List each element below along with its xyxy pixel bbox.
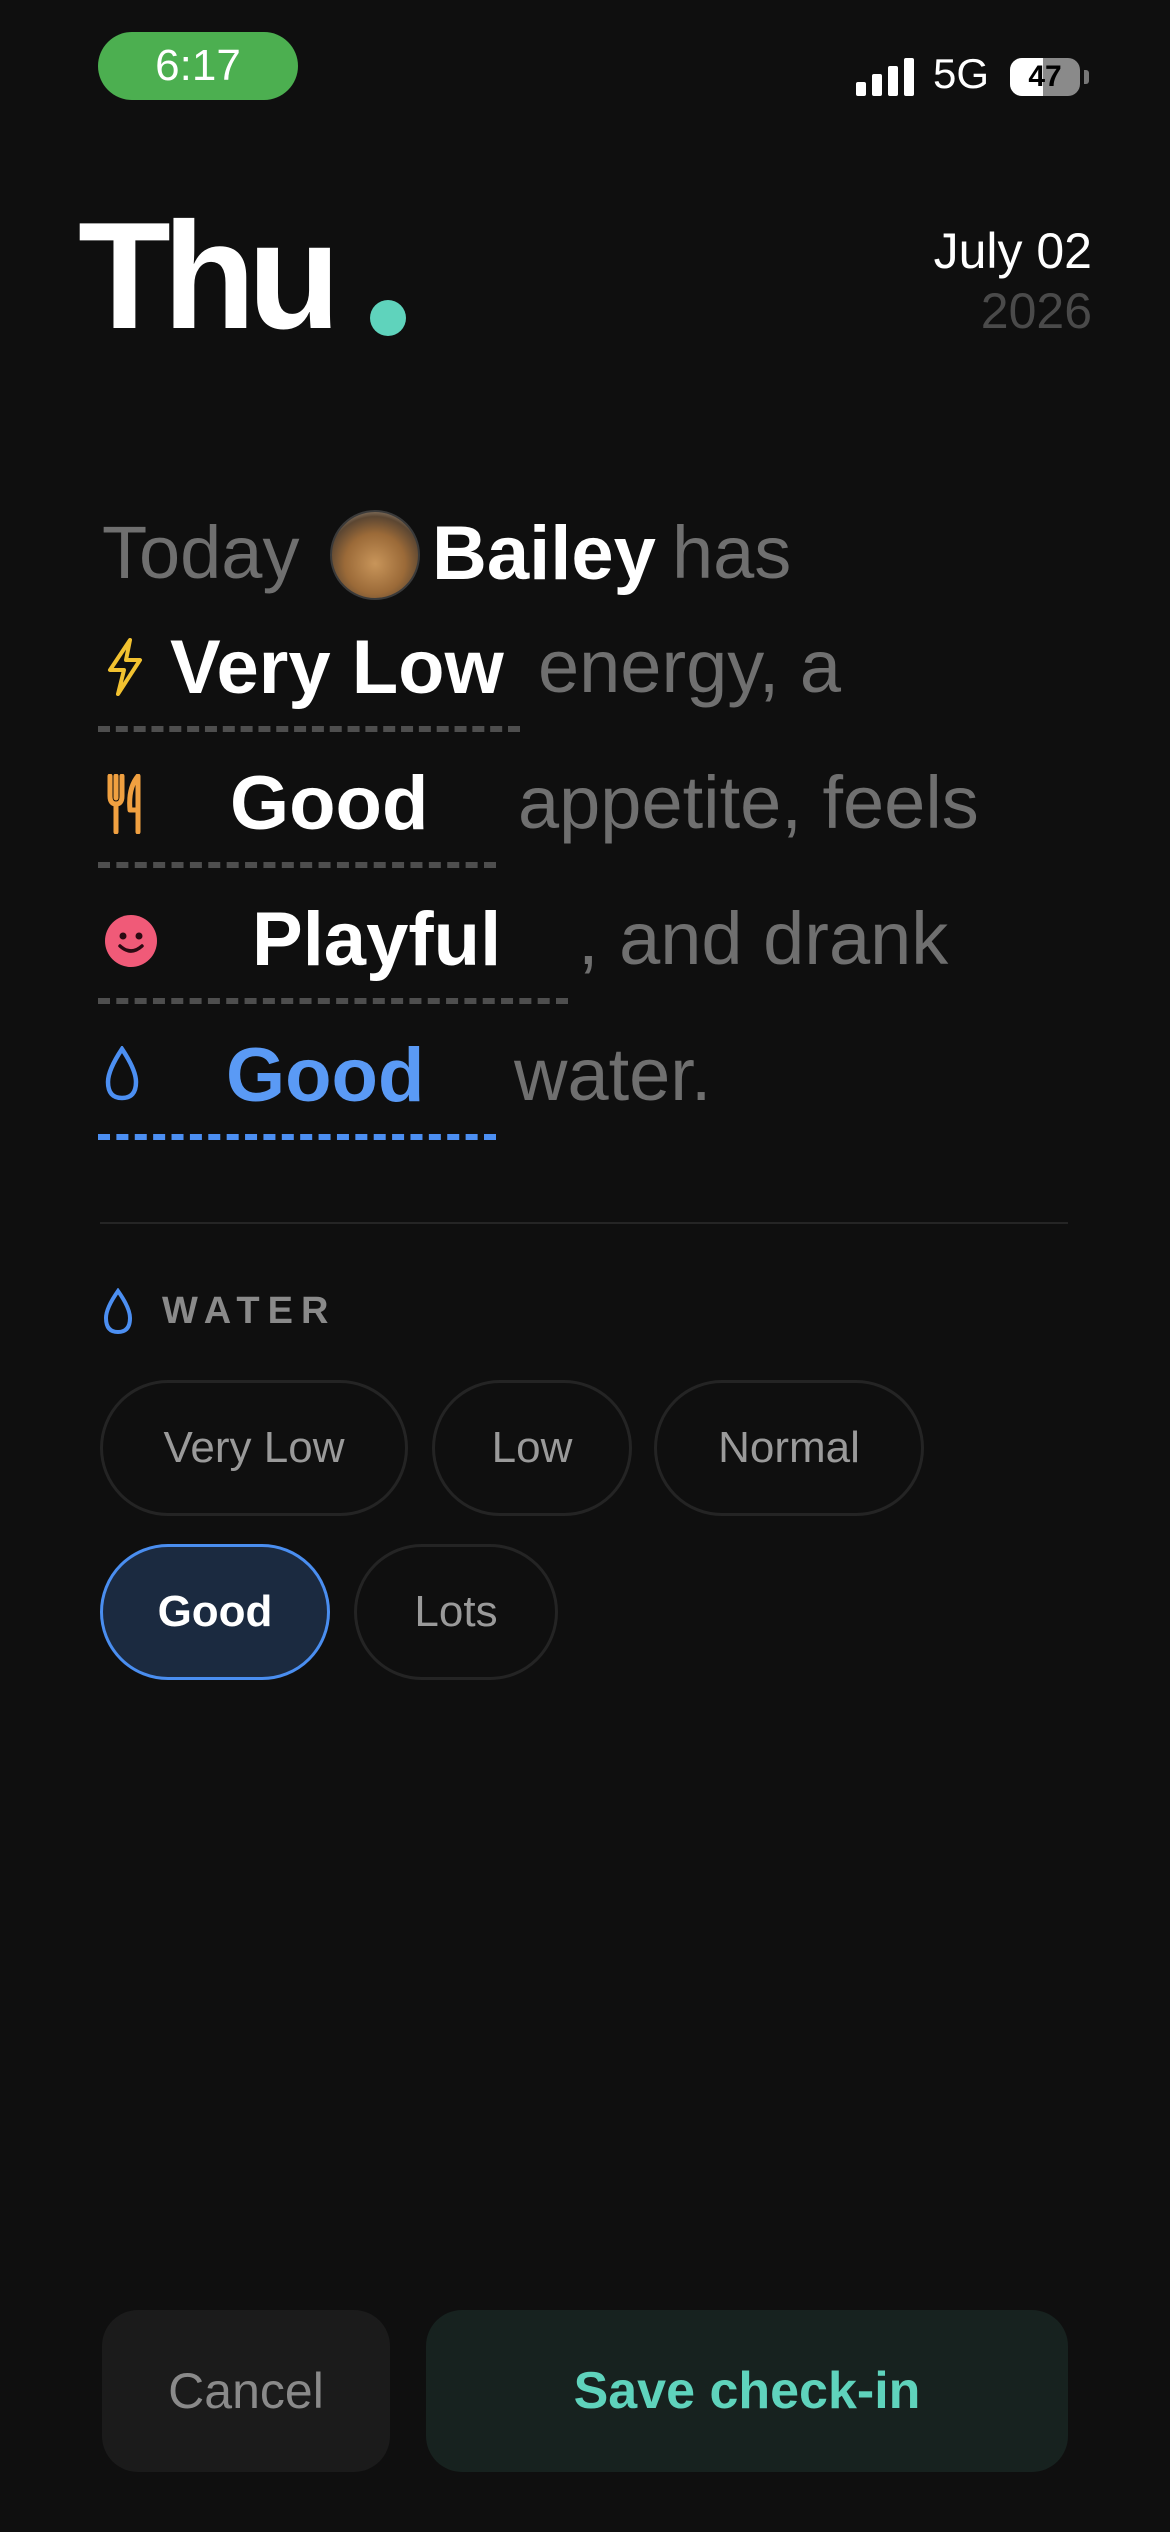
energy-suffix: energy, a — [538, 625, 842, 708]
fork-knife-icon — [107, 774, 141, 834]
appetite-suffix: appetite, feels — [518, 761, 979, 844]
bolt-icon — [108, 638, 142, 696]
mood-value[interactable]: Playful — [252, 896, 501, 983]
avatar[interactable] — [330, 510, 420, 600]
option-good[interactable]: Good — [100, 1544, 330, 1680]
sentence-has: has — [672, 511, 792, 594]
option-low[interactable]: Low — [432, 1380, 632, 1516]
battery-nub — [1084, 70, 1089, 84]
battery-level: 47 — [1028, 60, 1062, 93]
appetite-underline — [98, 862, 496, 868]
status-time: 6:17 — [98, 32, 298, 100]
sentence-today: Today — [102, 511, 300, 594]
divider — [100, 1222, 1068, 1224]
day-dot — [370, 300, 406, 336]
energy-underline — [98, 726, 520, 732]
signal-icon — [856, 58, 914, 96]
date-year: 2026 — [980, 283, 1092, 339]
option-lots[interactable]: Lots — [354, 1544, 558, 1680]
cancel-button[interactable]: Cancel — [102, 2310, 390, 2472]
smiley-icon — [105, 915, 157, 967]
day-title: Thu — [78, 191, 341, 361]
energy-value[interactable]: Very Low — [170, 624, 504, 711]
pet-name[interactable]: Bailey — [432, 510, 656, 597]
water-underline — [98, 1134, 496, 1140]
option-very-low[interactable]: Very Low — [100, 1380, 408, 1516]
save-button[interactable]: Save check-in — [426, 2310, 1068, 2472]
network-label: 5G — [933, 50, 990, 97]
date-month-day: July 02 — [933, 223, 1092, 279]
water-suffix: water. — [514, 1033, 712, 1116]
water-drop-icon — [103, 1288, 133, 1335]
water-drop-icon — [105, 1046, 139, 1101]
mood-underline — [98, 998, 568, 1004]
option-normal[interactable]: Normal — [654, 1380, 924, 1516]
battery-icon: 47 — [1010, 58, 1080, 96]
section-title: WATER — [162, 1290, 337, 1332]
mood-suffix: , and drank — [578, 897, 949, 980]
appetite-value[interactable]: Good — [230, 760, 428, 847]
water-value[interactable]: Good — [226, 1032, 424, 1119]
